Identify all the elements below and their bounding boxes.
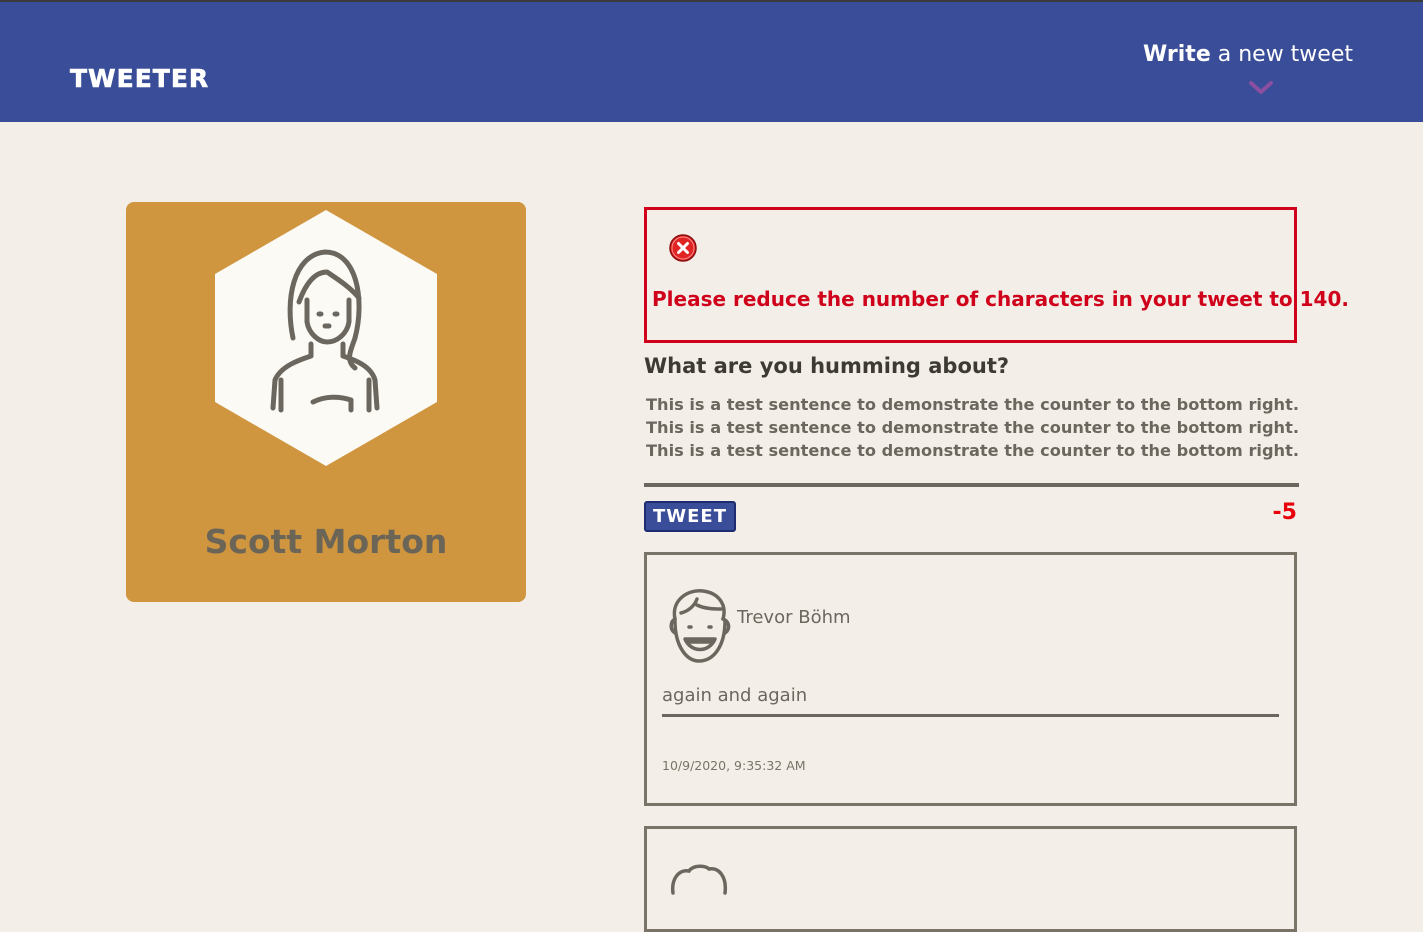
navbar: TWEETER Write a new tweet [0,2,1423,122]
tweet-author: Trevor Böhm [737,607,851,628]
user-avatar-icon [669,589,731,663]
tweet-button[interactable]: TWEET [644,501,736,532]
error-text: Please reduce the number of characters i… [652,287,1349,311]
compose-toggle-rest: a new tweet [1210,42,1353,67]
error-icon [669,234,697,262]
tweet-text-input[interactable]: This is a test sentence to demonstrate t… [644,393,1299,487]
write-new-tweet-toggle[interactable]: Write a new tweet [1143,42,1353,67]
character-counter: -5 [1272,500,1297,525]
profile-avatar [215,210,437,466]
compose-toggle-bold: Write [1143,42,1211,67]
brand-logo[interactable]: TWEETER [70,64,209,94]
chevron-down-icon[interactable] [1248,80,1274,96]
error-message-box: Please reduce the number of characters i… [644,207,1349,343]
profile-name: Scott Morton [204,522,448,561]
user-avatar-icon [670,864,728,895]
tweet-content: again and again [662,685,1279,717]
tweet-card: Trevor Böhm again and again 10/9/2020, 9… [644,552,1297,806]
tweet-timestamp: 10/9/2020, 9:35:32 AM [662,758,806,773]
tweet-card [644,826,1297,932]
compose-label: What are you humming about? [644,354,1010,378]
profile-card: Scott Morton [126,202,526,602]
